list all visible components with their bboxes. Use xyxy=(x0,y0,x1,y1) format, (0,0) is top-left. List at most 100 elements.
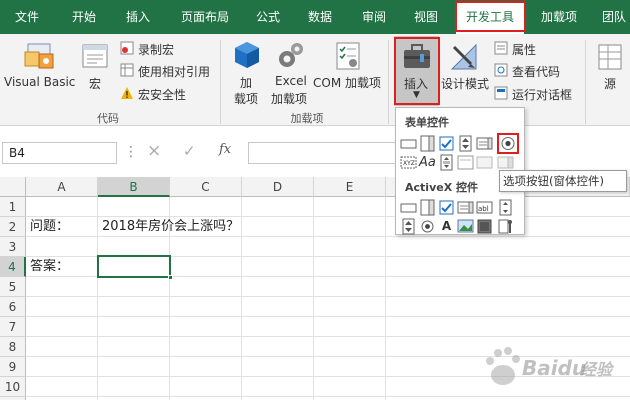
visual-basic-button[interactable]: Visual Basic xyxy=(4,75,75,89)
record-macro-button[interactable]: 录制宏 xyxy=(138,41,174,58)
run-dialog-icon xyxy=(494,86,508,100)
activex-scroll-bar-icon[interactable] xyxy=(497,199,514,216)
properties-button[interactable]: 属性 xyxy=(512,41,536,58)
run-dialog-button[interactable]: 运行对话框 xyxy=(512,86,572,103)
source-icon xyxy=(596,42,624,72)
button-control-icon[interactable] xyxy=(400,135,417,152)
row-header-9[interactable]: 9 xyxy=(0,357,26,377)
form-controls-heading: 表单控件 xyxy=(405,116,449,129)
active-cell-b4[interactable] xyxy=(97,255,171,278)
column-header-e[interactable]: E xyxy=(314,177,386,197)
excel-addins-line2: 加载项 xyxy=(271,92,308,106)
scroll-bar-icon[interactable] xyxy=(438,154,455,171)
label-control-icon[interactable]: Aa xyxy=(419,154,436,171)
gear-icon xyxy=(276,40,306,72)
more-options-icon[interactable]: ⋮ xyxy=(124,144,138,160)
enter-icon[interactable]: ✓ xyxy=(183,142,196,160)
activex-text-box-icon[interactable]: abl xyxy=(476,199,493,216)
view-code-button[interactable]: 查看代码 xyxy=(512,63,560,80)
view-code-icon xyxy=(494,63,508,77)
svg-text:XYZ: XYZ xyxy=(403,160,415,167)
group-box-icon[interactable] xyxy=(457,154,474,171)
activex-label-icon[interactable]: A xyxy=(438,218,455,235)
warning-icon xyxy=(120,86,134,100)
formula-input[interactable] xyxy=(248,142,398,164)
combo-box-icon[interactable] xyxy=(419,135,436,152)
macro-security-button[interactable]: 宏安全性 xyxy=(138,86,186,103)
activex-combo-box-icon[interactable] xyxy=(419,199,436,216)
cancel-icon[interactable]: × xyxy=(147,141,161,161)
tab-file[interactable]: 文件 xyxy=(0,0,54,34)
row-header-3[interactable]: 3 xyxy=(0,237,26,257)
row-header-1[interactable]: 1 xyxy=(0,197,26,217)
gridline xyxy=(385,197,386,400)
tab-team[interactable]: 团队 xyxy=(592,0,630,34)
design-mode-icon xyxy=(449,42,479,72)
excel-addins-button[interactable]: Excel xyxy=(275,74,307,88)
ribbon-tab-bar: 文件 开始 插入 页面布局 公式 数据 审阅 视图 开发工具 加载项 团队 xyxy=(0,0,630,34)
tab-data[interactable]: 数据 xyxy=(296,0,344,34)
row-header-6[interactable]: 6 xyxy=(0,297,26,317)
cell-a4[interactable]: 答案： xyxy=(27,257,97,277)
tab-view[interactable]: 视图 xyxy=(402,0,450,34)
svg-text:经验: 经验 xyxy=(580,360,615,379)
cell-a2[interactable]: 问题： xyxy=(27,217,97,237)
tab-page-layout[interactable]: 页面布局 xyxy=(166,0,244,34)
gridline xyxy=(97,197,98,400)
design-mode-button[interactable]: 设计模式 xyxy=(441,75,489,92)
activex-check-box-icon[interactable] xyxy=(438,199,455,216)
more-controls-icon[interactable] xyxy=(497,218,514,235)
tab-insert[interactable]: 插入 xyxy=(112,0,164,34)
text-field-icon[interactable] xyxy=(476,154,493,171)
column-header-c[interactable]: C xyxy=(170,177,242,197)
macros-button[interactable]: 宏 xyxy=(89,75,101,92)
name-box[interactable]: B4 xyxy=(2,142,117,164)
developer-tab-highlight xyxy=(455,1,526,32)
label-xyz-icon[interactable]: XYZ xyxy=(400,154,417,171)
macros-icon xyxy=(80,42,110,72)
check-box-icon[interactable] xyxy=(438,135,455,152)
group-divider xyxy=(388,40,389,124)
addins-button-line2: 载项 xyxy=(234,92,259,106)
row-header-2[interactable]: 2 xyxy=(0,217,26,237)
option-button-highlight[interactable] xyxy=(497,133,519,154)
activex-image-icon[interactable] xyxy=(457,218,474,235)
baidu-watermark-logo: Baidu 经验 xyxy=(480,345,625,395)
row-header-7[interactable]: 7 xyxy=(0,317,26,337)
addins-icon xyxy=(232,40,262,72)
row-header-10[interactable]: 10 xyxy=(0,377,26,397)
spin-button-icon[interactable] xyxy=(457,135,474,152)
activex-spin-button-icon[interactable] xyxy=(400,218,417,235)
insert-button-highlight xyxy=(394,37,440,105)
row-header-8[interactable]: 8 xyxy=(0,337,26,357)
column-header-d[interactable]: D xyxy=(242,177,314,197)
com-addins-icon xyxy=(333,40,363,72)
row-header-5[interactable]: 5 xyxy=(0,277,26,297)
activex-list-box-icon[interactable] xyxy=(457,199,474,216)
tab-review[interactable]: 审阅 xyxy=(348,0,400,34)
com-addins-button[interactable]: COM 加载项 xyxy=(313,74,381,91)
list-box-icon[interactable] xyxy=(476,135,493,152)
activex-controls-heading: ActiveX 控件 xyxy=(405,181,479,194)
column-header-a[interactable]: A xyxy=(26,177,98,197)
svg-text:abl: abl xyxy=(478,205,489,213)
activex-option-button-icon[interactable] xyxy=(419,218,436,235)
tab-addins[interactable]: 加载项 xyxy=(530,0,588,34)
gridline xyxy=(26,316,630,317)
tab-home[interactable]: 开始 xyxy=(56,0,112,34)
formula-bar: B4 ⋮ × ✓ fx xyxy=(0,134,630,172)
row-header-4[interactable]: 4 xyxy=(0,257,26,277)
fill-handle[interactable] xyxy=(168,275,173,280)
insert-function-icon[interactable]: fx xyxy=(219,142,231,157)
select-all-corner[interactable] xyxy=(0,177,26,197)
activex-toggle-button-icon[interactable] xyxy=(476,218,493,235)
column-header-b[interactable]: B xyxy=(98,177,170,197)
svg-text:Baidu: Baidu xyxy=(522,356,586,380)
cell-b2[interactable]: 2018年房价会上涨吗？ xyxy=(99,217,319,237)
addins-button[interactable]: 加 xyxy=(240,74,252,91)
source-button[interactable]: 源 xyxy=(604,75,616,92)
relative-reference-button[interactable]: 使用相对引用 xyxy=(138,63,210,80)
activex-button-icon[interactable] xyxy=(400,199,417,216)
tab-formulas[interactable]: 公式 xyxy=(244,0,292,34)
combo-dropdown-icon[interactable] xyxy=(497,154,514,171)
